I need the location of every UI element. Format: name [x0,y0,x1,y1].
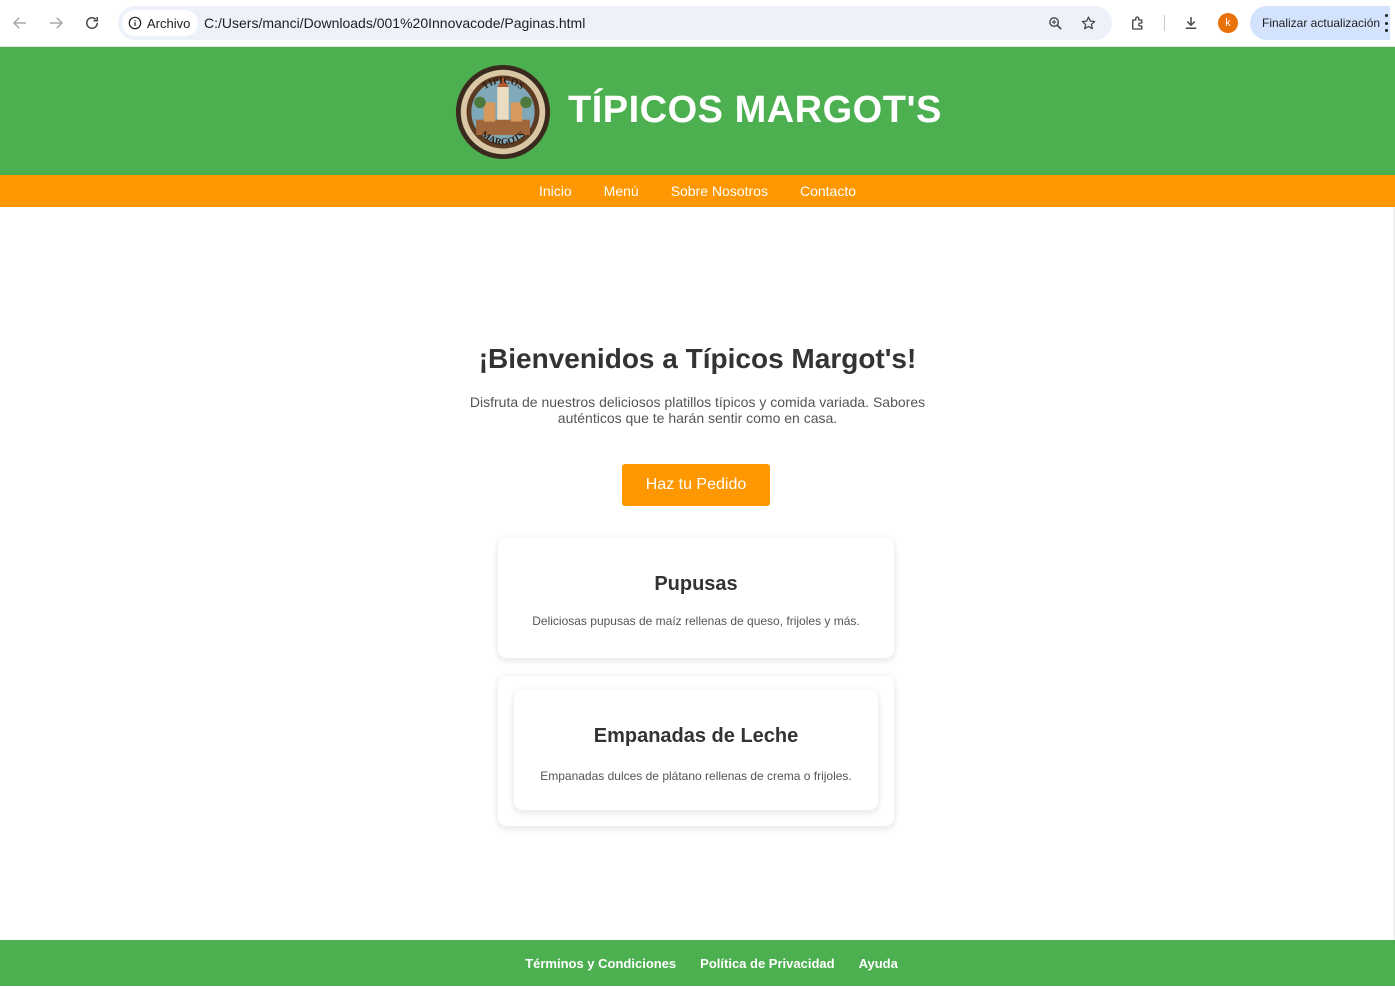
reload-icon[interactable] [80,11,104,35]
card-title: Empanadas de Leche [593,725,799,747]
site-footer: Términos y Condiciones Política de Priva… [0,940,1395,986]
more-menu-icon[interactable] [1384,14,1388,32]
card-text: Empanadas dulces de plátano rellenas de … [540,769,852,783]
nav-link-menu[interactable]: Menú [604,183,639,199]
nav-link-inicio[interactable]: Inicio [539,183,572,199]
hero-text: Disfruta de nuestros deliciosos platillo… [469,394,926,426]
site-info-chip[interactable]: Archivo [122,10,199,36]
back-arrow-icon[interactable] [8,11,32,35]
card-text: Deliciosas pupusas de maíz rellenas de q… [532,614,860,628]
restaurant-logo: TIPICOS MARGOTS [455,64,551,160]
toolbar-separator [1164,15,1165,31]
site-title: TÍPICOS MARGOT'S [568,89,942,131]
footer-link-terminos[interactable]: Términos y Condiciones [525,956,676,971]
order-button[interactable]: Haz tu Pedido [622,464,770,506]
menu-card-pupusas: Pupusas Deliciosas pupusas de maíz relle… [498,538,894,658]
bookmark-star-icon[interactable] [1078,13,1098,33]
download-icon[interactable] [1180,12,1202,34]
main-nav: Inicio Menú Sobre Nosotros Contacto [0,175,1395,207]
update-button[interactable]: Finalizar actualización [1250,6,1390,40]
hero-title: ¡Bienvenidos a Típicos Margot's! [478,343,917,374]
zoom-icon[interactable] [1045,13,1065,33]
page: TIPICOS MARGOTS TÍPICOS MARGOT'S Inicio … [0,47,1395,989]
nav-link-sobre-nosotros[interactable]: Sobre Nosotros [671,183,768,199]
forward-arrow-icon[interactable] [44,11,68,35]
footer-link-privacidad[interactable]: Política de Privacidad [700,956,834,971]
card-title: Pupusas [654,573,738,595]
nav-link-contacto[interactable]: Contacto [800,183,856,199]
extensions-icon[interactable] [1127,12,1149,34]
menu-card-container: Empanadas de Leche Empanadas dulces de p… [498,676,894,826]
footer-link-ayuda[interactable]: Ayuda [859,956,898,971]
menu-card-empanadas: Empanadas de Leche Empanadas dulces de p… [514,690,878,810]
info-icon [128,16,142,30]
profile-avatar[interactable]: k [1218,13,1238,33]
site-header: TIPICOS MARGOTS TÍPICOS MARGOT'S [0,47,1395,175]
site-chip-label: Archivo [147,15,191,31]
browser-toolbar: Archivo C:/Users/manci/Downloads/001%20I… [0,0,1395,47]
url-text[interactable]: C:/Users/manci/Downloads/001%20Innovacod… [204,15,585,31]
address-bar[interactable]: Archivo C:/Users/manci/Downloads/001%20I… [118,6,1112,40]
